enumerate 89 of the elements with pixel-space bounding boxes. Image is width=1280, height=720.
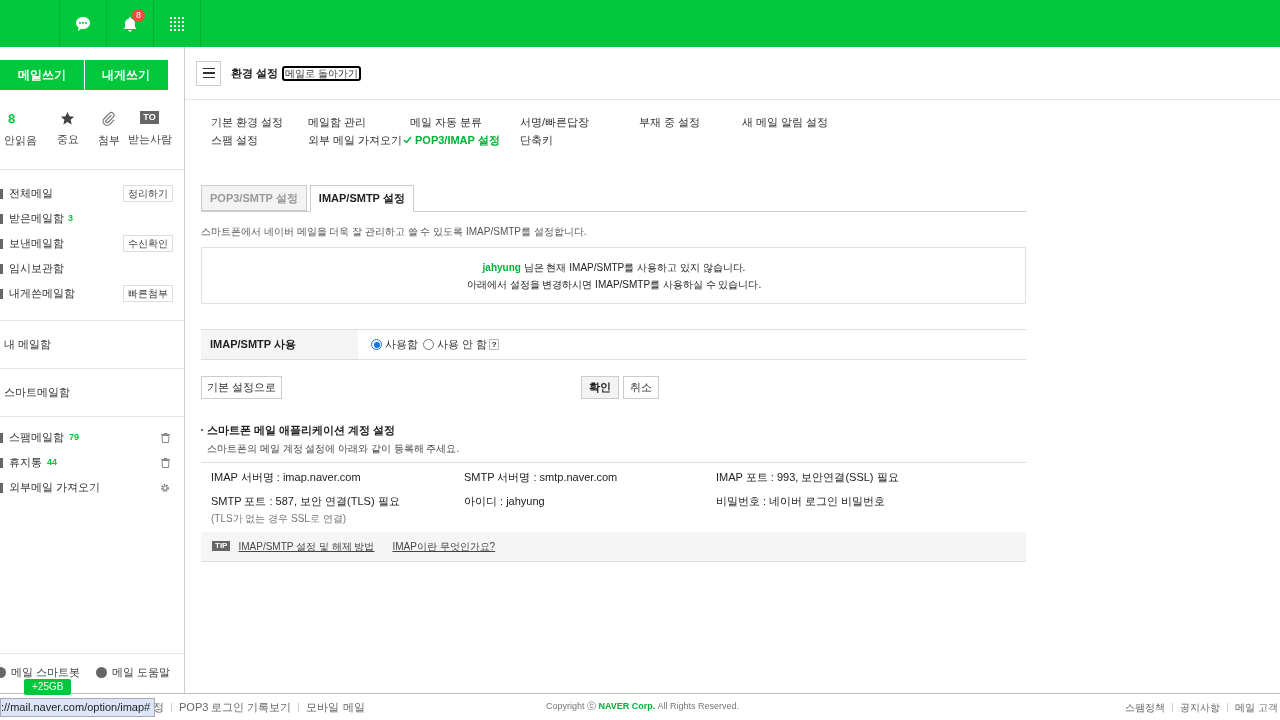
url-status-tooltip: ://mail.naver.com/option/imap# (0, 698, 156, 717)
folder-tool-button[interactable] (160, 482, 170, 493)
footer-link[interactable]: 메일 고객 (1235, 699, 1278, 715)
settings-menu-link[interactable]: 부재 중 설정 (639, 114, 742, 130)
settings-icon (160, 482, 170, 493)
settings-menu-link[interactable]: 메일 자동 분류 (410, 114, 520, 130)
star-icon (60, 111, 75, 127)
account-field: SMTP 서버명 : smtp.naver.com (464, 468, 716, 485)
folder-link[interactable]: 내게쓴메일함 (9, 285, 75, 302)
folder-icon (0, 213, 3, 224)
footer-link[interactable]: 정 (153, 698, 164, 716)
quick-filter[interactable]: 첨부 (88, 110, 129, 149)
reset-button[interactable]: 기본 설정으로 (201, 376, 283, 399)
folder-link[interactable]: 임시보관함 (9, 260, 64, 277)
folder-link[interactable]: 휴지통 (9, 454, 42, 471)
settings-menu-link[interactable]: 단축키 (520, 132, 639, 148)
copyright-text: Copyright ⓒ NAVER Corp. All Rights Reserved. (546, 700, 739, 714)
folder-link[interactable]: 스팸메일함 (9, 429, 64, 446)
quick-filter[interactable]: TO 받는사람 (129, 111, 170, 148)
trash-icon (161, 432, 170, 443)
settings-menu-link[interactable]: 서명/빠른답장 (520, 114, 639, 130)
tip-link[interactable]: IMAP/SMTP 설정 및 해제 방법 (238, 538, 375, 554)
account-field: 아이디 : jahyung (464, 493, 716, 510)
unread-count: 79 (69, 430, 79, 444)
unread-count: 44 (47, 455, 57, 469)
folder-link[interactable]: 보낸메일함 (9, 235, 64, 252)
folder-icon (0, 457, 3, 468)
quick-filter[interactable]: 8 안읽음 (4, 110, 37, 149)
tip-link[interactable]: IMAP이란 무엇인가요? (392, 538, 496, 554)
section-title: 스마트폰 메일 애플리케이션 계정 설정 (207, 423, 396, 438)
folder-action-button[interactable]: 수신확인 (123, 235, 173, 252)
folder-link[interactable]: 받은메일함 (9, 210, 64, 227)
account-field: 비밀번호 : 네이버 로그인 비밀번호 (716, 493, 1026, 510)
help-link[interactable]: 메일 도움말 (96, 664, 171, 681)
trash-icon (161, 457, 170, 468)
cancel-button[interactable]: 취소 (623, 376, 660, 399)
notification-button[interactable] (122, 15, 138, 32)
account-field: IMAP 서버명 : imap.naver.com (211, 468, 464, 485)
folder-section-link[interactable]: 스마트메일함 (4, 384, 70, 401)
apps-grid-icon (170, 16, 184, 31)
bell-icon (122, 15, 138, 32)
storage-badge: +25GB (24, 679, 72, 695)
help-link[interactable]: 메일 스마트봇 (0, 664, 81, 681)
apps-button[interactable] (170, 16, 184, 31)
page-title: 환경 설정 (231, 65, 279, 81)
menu-button[interactable] (196, 60, 221, 86)
tip-badge: TIP (212, 541, 231, 551)
folder-action-button[interactable]: 빠른첨부 (123, 285, 173, 302)
section-subtitle: 스마트폰의 메일 계정 설정에 아래와 같이 등록해 주세요. (206, 441, 461, 456)
account-field: IMAP 포트 : 993, 보안연결(SSL) 필요 (716, 468, 1026, 485)
help-button[interactable]: ? (489, 339, 500, 350)
unread-count: 3 (68, 211, 73, 225)
check-icon (403, 136, 412, 144)
folder-tool-button[interactable] (161, 457, 170, 468)
footer-link[interactable]: POP3 로그인 기록보기 (179, 698, 292, 716)
confirm-button[interactable]: 확인 (581, 376, 620, 399)
tab[interactable]: IMAP/SMTP 설정 (309, 185, 414, 212)
settings-menu-link[interactable]: 스팸 설정 (211, 132, 308, 148)
folder-link[interactable]: 외부메일 가져오기 (9, 479, 101, 496)
chat-bubble-icon (75, 15, 91, 32)
footer-link[interactable]: 공지사항 (1180, 699, 1221, 715)
settings-menu-link[interactable]: 메일함 관리 (308, 114, 410, 130)
footer-link[interactable]: 스팸정책 (1125, 699, 1166, 715)
quick-filter[interactable]: 중요 (47, 111, 88, 148)
notification-badge: 8 (132, 9, 145, 22)
folder-icon (0, 263, 3, 274)
notice-text: 아래에서 설정을 변경하시면 IMAP/SMTP를 사용하실 수 있습니다. (466, 277, 762, 292)
settings-menu-link[interactable]: 기본 환경 설정 (211, 114, 308, 130)
radio-option[interactable]: 사용 안 함 (423, 336, 488, 353)
folder-icon (0, 482, 3, 493)
folder-tool-button[interactable] (161, 432, 170, 443)
radio-option[interactable]: 사용함 (371, 336, 418, 353)
folder-link[interactable]: 전체메일 (9, 185, 53, 202)
settings-menu-link[interactable]: 새 메일 알림 설정 (742, 114, 862, 130)
folder-section-link[interactable]: 내 메일함 (4, 336, 52, 353)
account-field: SMTP 포트 : 587, 보안 연결(TLS) 필요 (211, 493, 464, 510)
notice-text: jahyung 님은 현재 IMAP/SMTP를 사용하고 있지 않습니다. (482, 260, 746, 275)
folder-icon (0, 432, 3, 443)
field-note: (TLS가 없는 경우 SSL로 연결) (211, 511, 347, 526)
description-text: 스마트폰에서 네이버 메일을 더욱 잘 관리하고 쓸 수 있도록 IMAP/SMTP를 설정합니다. (201, 225, 588, 239)
back-to-mail-link[interactable]: 메일로 돌아가기 (282, 65, 361, 81)
footer-link[interactable]: 모바일 메일 (306, 698, 365, 716)
folder-icon (0, 238, 3, 249)
folder-icon (0, 288, 3, 299)
setting-label: IMAP/SMTP 사용 (210, 337, 296, 353)
folder-action-button[interactable]: 정리하기 (123, 185, 173, 202)
folder-icon (0, 188, 3, 199)
chat-button[interactable] (75, 15, 91, 32)
paperclip-icon (101, 110, 116, 127)
